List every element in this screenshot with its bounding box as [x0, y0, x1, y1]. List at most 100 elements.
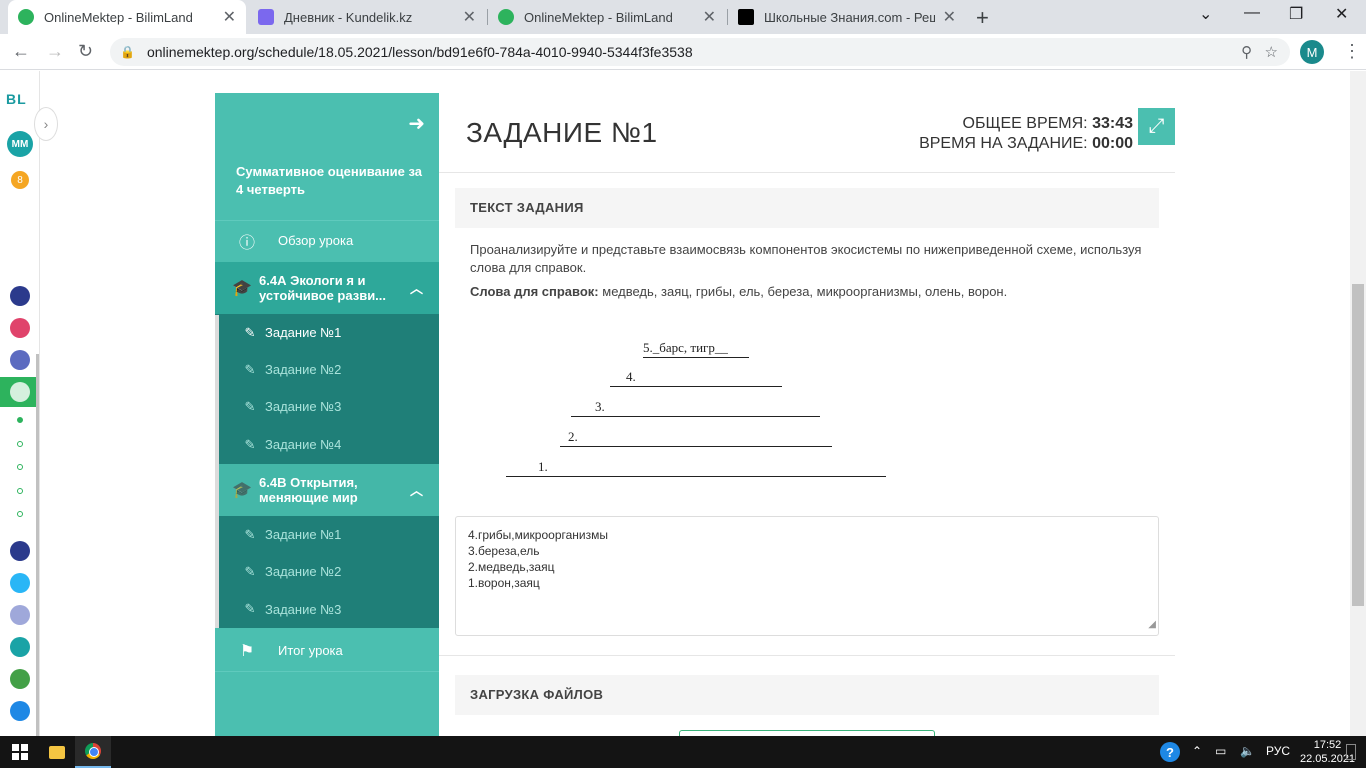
- sidebar-task-1[interactable]: ✎ Задание №1: [215, 516, 439, 553]
- help-icon[interactable]: [10, 573, 30, 593]
- scrollbar-thumb[interactable]: [1352, 284, 1364, 606]
- minimize-icon[interactable]: —: [1244, 4, 1260, 22]
- sidebar-item-label: Обзор урока: [278, 233, 354, 248]
- user-avatar[interactable]: MM: [7, 131, 33, 157]
- sidebar-task-2[interactable]: ✎ Задание №2: [215, 351, 439, 388]
- help-tray-icon[interactable]: ?: [1160, 742, 1180, 762]
- zoom-bookmark-icons[interactable]: ⚲ ☆: [1241, 43, 1278, 61]
- chevron-up-icon[interactable]: ︿: [410, 278, 423, 297]
- task-text: Проанализируйте и представьте взаимосвяз…: [470, 242, 1142, 275]
- rail-scrollbar[interactable]: [36, 354, 39, 747]
- close-icon[interactable]: ✕: [463, 7, 476, 27]
- back-arrow-icon[interactable]: ➜: [408, 111, 425, 136]
- smart-nation-icon[interactable]: [10, 541, 30, 561]
- windows-taskbar: ? ⌃ ▭ 🔈 РУС 17:52 22.05.2021: [0, 736, 1366, 768]
- graduation-cap-icon: 🎓: [232, 280, 252, 297]
- profile-avatar[interactable]: M: [1300, 40, 1324, 64]
- answer-line: 3.береза,ель: [468, 544, 540, 558]
- close-icon[interactable]: ✕: [703, 7, 716, 27]
- answer-textarea[interactable]: 4.грибы,микроорганизмы 3.береза,ель 2.ме…: [455, 516, 1159, 636]
- nav-dot[interactable]: [17, 417, 23, 423]
- graduation-cap-icon: 🎓: [232, 482, 252, 499]
- info-icon: ⓘ: [238, 234, 255, 252]
- task-label: Задание №3: [265, 399, 342, 414]
- section-label: 6.4В Открытия, меняющие мир: [259, 475, 358, 505]
- app-rail: BL MM 8: [0, 71, 40, 747]
- edit-icon: ✎: [244, 601, 256, 616]
- chevron-up-icon[interactable]: ︿: [410, 480, 423, 499]
- back-icon[interactable]: ←: [12, 41, 30, 62]
- pyramid-row-2: 2.: [560, 429, 832, 447]
- tab-title: OnlineMektep - BilimLand: [44, 9, 193, 25]
- bilimland-icon: [18, 9, 34, 25]
- resize-handle-icon[interactable]: ◢: [1148, 617, 1156, 633]
- task-label: Задание №1: [265, 527, 342, 542]
- ecosystem-pyramid-image: 5._барс, тигр__ 4. 3. 2. 1.: [500, 335, 900, 485]
- bilimland-icon: [498, 9, 514, 25]
- app-icon-bilimland[interactable]: [10, 286, 30, 306]
- taskbar-explorer[interactable]: [39, 736, 75, 768]
- pyramid-row-3: 3.: [571, 399, 820, 417]
- page-scrollbar[interactable]: [1350, 71, 1366, 736]
- app-icon-7[interactable]: [10, 701, 30, 721]
- tab-search-icon[interactable]: ⌄: [1199, 4, 1212, 24]
- chevron-up-tray-icon[interactable]: ⌃: [1192, 744, 1202, 758]
- sidebar-task-4[interactable]: ✎ Задание №4: [215, 425, 439, 464]
- sidebar-task-3[interactable]: ✎ Задание №3: [215, 590, 439, 628]
- znanija-icon: [738, 9, 754, 25]
- app-icon-onlinemektep[interactable]: [10, 382, 30, 402]
- answer-line: 1.ворон,заяц: [468, 576, 540, 590]
- forward-icon[interactable]: →: [46, 41, 64, 62]
- app-icon-5[interactable]: [10, 637, 30, 657]
- task-label: Задание №3: [265, 601, 342, 617]
- timer: ОБЩЕЕ ВРЕМЯ: 33:43 ВРЕМЯ НА ЗАДАНИЕ: 00:…: [919, 114, 1133, 154]
- answer-line: 2.медведь,заяц: [468, 560, 555, 574]
- edit-icon: ✎: [244, 324, 256, 340]
- taskbar-chrome[interactable]: [75, 736, 111, 768]
- app-icon-3[interactable]: [10, 350, 30, 370]
- nav-dot[interactable]: [17, 441, 23, 447]
- bl-logo[interactable]: BL: [6, 91, 27, 107]
- sidebar-section-discoveries[interactable]: 🎓 6.4В Открытия, меняющие мир ︿: [215, 464, 439, 516]
- sidebar-task-2[interactable]: ✎ Задание №2: [215, 553, 439, 590]
- browser-tab-1[interactable]: OnlineMektep - BilimLand ✕: [8, 0, 246, 34]
- app-icon-2[interactable]: [10, 318, 30, 338]
- sidebar-item-overview[interactable]: ⓘ Обзор урока: [215, 220, 439, 260]
- sidebar-task-3[interactable]: ✎ Задание №3: [215, 388, 439, 425]
- windows-start-icon[interactable]: [12, 744, 28, 760]
- notification-center-icon[interactable]: [1346, 744, 1356, 760]
- volume-icon[interactable]: 🔈: [1240, 744, 1255, 758]
- close-icon[interactable]: ✕: [943, 7, 956, 27]
- sidebar-section-ecology[interactable]: 🎓 6.4А Экологи я и устойчивое разви... ︿: [215, 262, 439, 314]
- nav-dot[interactable]: [17, 464, 23, 470]
- tab-title: Школьные Знания.com - Решае: [764, 9, 935, 25]
- fullscreen-icon[interactable]: ⤢: [1138, 108, 1175, 145]
- sidebar-item-summary[interactable]: ⚑ Итог урока: [215, 630, 439, 672]
- chevron-right-icon[interactable]: ›: [34, 107, 58, 141]
- address-bar[interactable]: 🔒 onlinemektep.org/schedule/18.05.2021/l…: [110, 38, 1290, 66]
- reload-icon[interactable]: ↻: [78, 41, 93, 62]
- app-icon-6[interactable]: [10, 669, 30, 689]
- notification-badge[interactable]: 8: [11, 171, 29, 189]
- folder-icon: [49, 745, 65, 759]
- browser-tab-4[interactable]: Школьные Знания.com - Решае ✕: [728, 0, 966, 34]
- page-title: ЗАДАНИЕ №1: [466, 117, 658, 148]
- language-indicator[interactable]: РУС: [1266, 744, 1290, 758]
- window-close-icon[interactable]: ✕: [1335, 4, 1348, 24]
- close-icon[interactable]: ✕: [223, 7, 236, 27]
- new-tab-icon[interactable]: +: [976, 5, 989, 31]
- total-time-label: ОБЩЕЕ ВРЕМЯ:: [962, 115, 1088, 132]
- pyramid-row-5: 5._барс, тигр__: [643, 340, 749, 358]
- browser-tab-3[interactable]: OnlineMektep - BilimLand ✕: [488, 0, 726, 34]
- nav-dot[interactable]: [17, 488, 23, 494]
- browser-tab-2[interactable]: Дневник - Kundelik.kz ✕: [248, 0, 486, 34]
- app-icon-4[interactable]: [10, 605, 30, 625]
- network-icon[interactable]: ▭: [1215, 744, 1226, 758]
- pyramid-row-4: 4.: [610, 369, 782, 387]
- restore-icon[interactable]: ❐: [1289, 4, 1303, 24]
- nav-dot[interactable]: [17, 511, 23, 517]
- sidebar-task-1[interactable]: ✎ Задание №1: [215, 314, 439, 351]
- answer-line: 4.грибы,микроорганизмы: [468, 528, 608, 542]
- menu-icon[interactable]: ⋮: [1343, 41, 1361, 62]
- task-label: Задание №2: [265, 362, 342, 377]
